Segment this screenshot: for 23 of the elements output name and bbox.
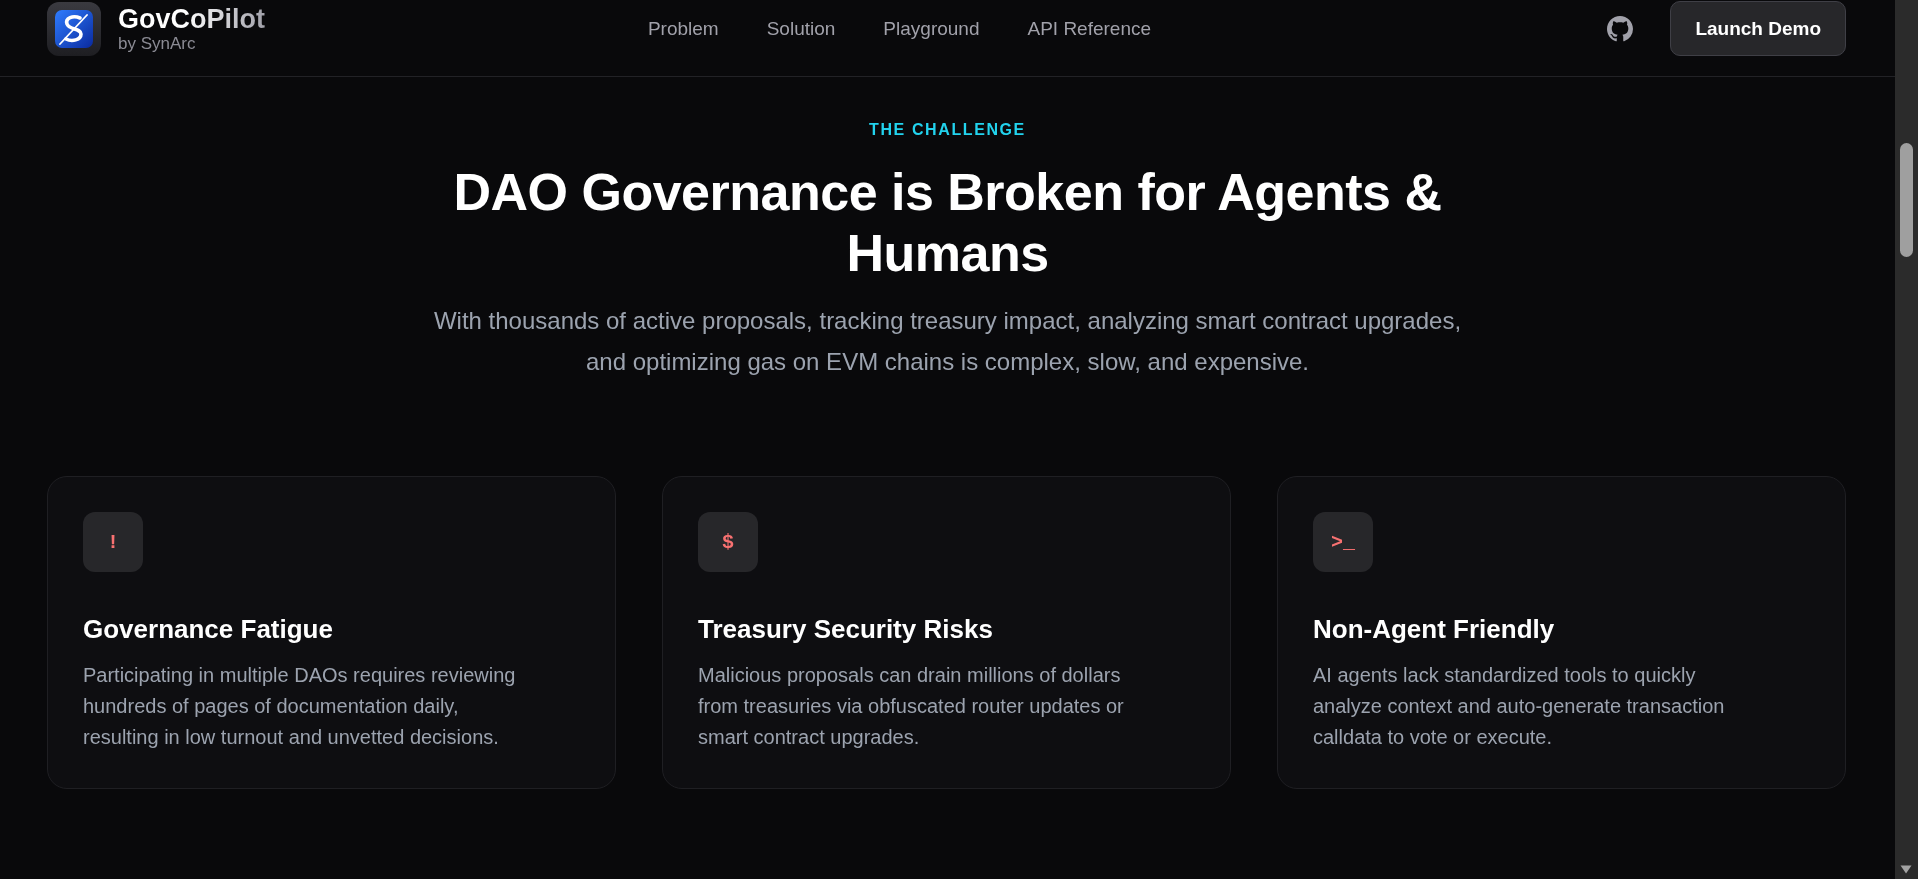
nav-link[interactable]: API Reference	[1027, 17, 1152, 40]
scrollbar-track[interactable]	[1895, 0, 1918, 879]
card-title: Governance Fatigue	[83, 613, 334, 645]
nav-link[interactable]: Solution	[766, 17, 836, 40]
card-symbol: !	[83, 512, 143, 572]
section-title: DAO Governance is Broken for Agents & Humans	[452, 162, 1443, 284]
github-icon[interactable]	[1607, 15, 1634, 42]
card-description: Malicious proposals can drain millions of dollars from treasuries via obfuscated router updates or smart contract upgrades.	[698, 663, 1125, 750]
section-eyebrow: THE CHALLENGE	[869, 120, 1026, 140]
section-subtitle: With thousands of active proposals, tracking treasury impact, analyzing smart contract upgrades, and optimizing gas on EVM chains is complex, slow, and expensive.	[432, 306, 1463, 377]
card-description: AI agents lack standardized tools to quickly analyze context and auto-generate transaction calldata to vote or execute.	[1313, 663, 1726, 750]
card-title: Non-Agent Friendly	[1313, 613, 1556, 645]
brand-tagline: by SynArc	[118, 33, 197, 54]
card-description: Participating in multiple DAOs requires reviewing hundreds of pages of documentation daily, resulting in low turnout and unvetted decisions.	[83, 663, 517, 750]
logo-icon[interactable]	[47, 1, 101, 56]
scroll-down-icon[interactable]	[1900, 865, 1912, 874]
nav-link[interactable]: Problem	[647, 17, 719, 40]
launch-demo-button[interactable]: Launch Demo	[1670, 1, 1846, 56]
card-symbol: $	[698, 512, 758, 572]
scrollbar-thumb[interactable]	[1900, 143, 1913, 257]
card-title: Treasury Security Risks	[698, 613, 994, 645]
card-symbol: >_	[1313, 512, 1373, 572]
nav-link[interactable]: Playground	[883, 17, 980, 40]
